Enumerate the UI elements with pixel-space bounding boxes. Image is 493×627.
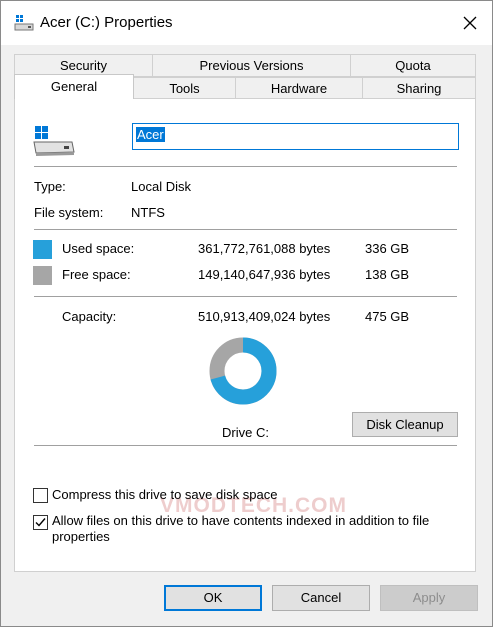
tab-tools[interactable]: Tools	[133, 77, 236, 99]
ok-button[interactable]: OK	[164, 585, 262, 611]
ok-label: OK	[203, 590, 223, 605]
disk-cleanup-label: Disk Cleanup	[366, 417, 444, 432]
properties-dialog: Acer (C:) Properties Security Previous V…	[0, 0, 493, 627]
tab-hardware[interactable]: Hardware	[235, 77, 363, 99]
used-space-bytes: 361,772,761,088 bytes	[198, 241, 331, 256]
drive-label: Drive C:	[222, 425, 269, 440]
free-space-bytes: 149,140,647,936 bytes	[198, 267, 331, 282]
tab-label: Security	[60, 58, 107, 73]
index-checkbox[interactable]	[33, 515, 48, 530]
tab-quota[interactable]: Quota	[350, 54, 476, 77]
file-system-value: NTFS	[131, 205, 165, 220]
cancel-button[interactable]: Cancel	[272, 585, 370, 611]
tab-general[interactable]: General	[14, 74, 134, 99]
divider	[34, 229, 457, 230]
tab-label: Hardware	[270, 81, 328, 96]
compress-checkbox[interactable]	[33, 488, 48, 503]
tab-label: General	[50, 79, 98, 94]
drive-name-input[interactable]: Acer	[132, 123, 459, 150]
disk-usage-donut	[209, 337, 277, 405]
title-bar[interactable]: Acer (C:) Properties	[1, 1, 492, 45]
checkmark-icon	[35, 518, 46, 527]
tab-label: Previous Versions	[199, 58, 304, 73]
type-value: Local Disk	[131, 179, 191, 194]
capacity-bytes: 510,913,409,024 bytes	[198, 309, 331, 324]
disk-cleanup-button[interactable]: Disk Cleanup	[352, 412, 458, 437]
divider	[34, 166, 457, 167]
apply-button[interactable]: Apply	[380, 585, 478, 611]
file-system-label: File system:	[34, 205, 104, 220]
capacity-size: 475 GB	[365, 309, 410, 324]
type-label: Type:	[34, 179, 66, 194]
cancel-label: Cancel	[300, 590, 342, 605]
free-space-color-swatch	[33, 266, 52, 285]
free-space-label: Free space:	[62, 267, 131, 282]
tab-label: Sharing	[396, 81, 442, 96]
used-space-label: Used space:	[62, 241, 135, 256]
hard-drive-icon	[33, 126, 75, 156]
capacity-label: Capacity:	[62, 309, 117, 324]
index-label[interactable]: Allow files on this drive to have conten…	[52, 513, 452, 545]
divider	[34, 445, 457, 446]
used-space-color-swatch	[33, 240, 52, 259]
tab-label: Tools	[169, 81, 200, 96]
compress-label[interactable]: Compress this drive to save disk space	[52, 487, 277, 502]
close-button[interactable]	[447, 1, 492, 45]
drive-name-text: Acer	[136, 127, 165, 142]
close-icon	[463, 16, 476, 30]
window-title: Acer (C:) Properties	[40, 14, 173, 31]
divider	[34, 296, 457, 297]
general-panel: Acer Type: Local Disk File system: NTFS …	[14, 98, 476, 572]
apply-label: Apply	[412, 590, 446, 605]
tab-label: Quota	[395, 58, 431, 73]
tab-previous-versions[interactable]: Previous Versions	[152, 54, 351, 77]
drive-icon	[14, 15, 34, 31]
tab-sharing[interactable]: Sharing	[362, 77, 476, 99]
free-space-size: 138 GB	[365, 267, 410, 282]
used-space-size: 336 GB	[365, 241, 410, 256]
